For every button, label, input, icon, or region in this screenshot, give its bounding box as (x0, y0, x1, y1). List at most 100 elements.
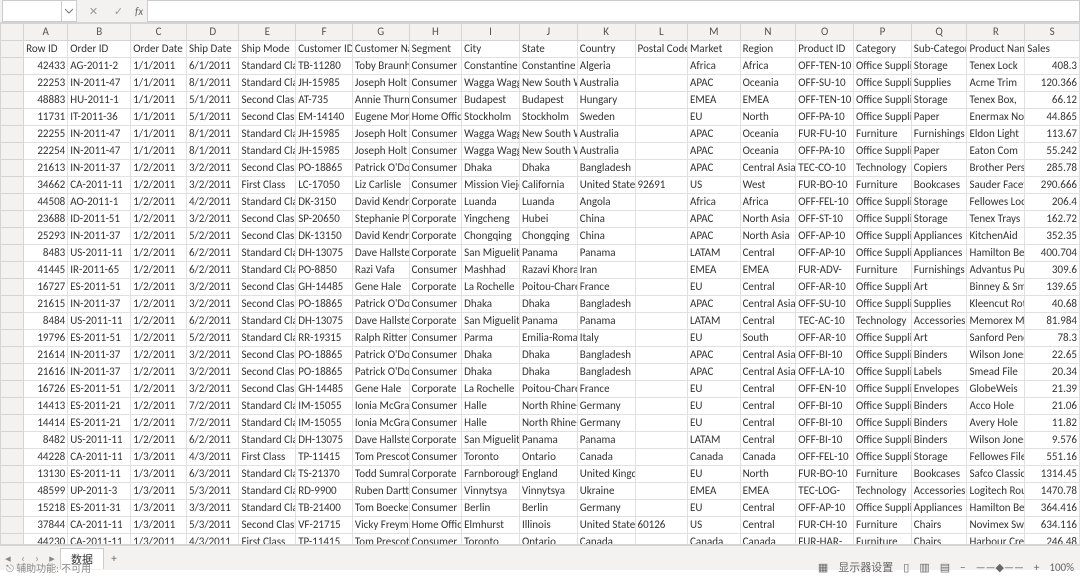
cell[interactable]: 1/2/2011 (131, 398, 187, 415)
cell[interactable]: Tom Boeckenhauer (352, 500, 409, 517)
cell[interactable]: Germany (577, 415, 635, 432)
cell[interactable]: 290.666 (1025, 177, 1080, 194)
cell[interactable]: Corporate (409, 313, 462, 330)
row-header[interactable] (1, 449, 24, 466)
cell[interactable]: Eldon Light (967, 126, 1025, 143)
cell[interactable]: 40.68 (1025, 296, 1080, 313)
cell[interactable]: 5/3/2011 (186, 517, 239, 534)
cell[interactable] (635, 415, 688, 432)
cell[interactable]: IN-2011-37 (68, 228, 131, 245)
cell[interactable]: APAC (688, 160, 741, 177)
cell[interactable]: EMEA (740, 92, 796, 109)
cell[interactable]: Consumer (409, 262, 462, 279)
accept-icon[interactable]: ✓ (114, 5, 123, 18)
cell[interactable]: Razi Vafa (352, 262, 409, 279)
cell[interactable]: Sweden (577, 109, 635, 126)
cell[interactable]: 44230 (24, 534, 68, 546)
cell[interactable]: 1/3/2011 (131, 500, 187, 517)
cell[interactable]: Standard Class (239, 500, 296, 517)
column-header-G[interactable]: G (352, 24, 409, 41)
cell[interactable]: 6/2/2011 (186, 313, 239, 330)
cell[interactable]: GlobeWeis (967, 381, 1025, 398)
cell[interactable]: APAC (688, 211, 741, 228)
cell[interactable]: 4/2/2011 (186, 194, 239, 211)
cell[interactable]: Standard Class (239, 262, 296, 279)
cell[interactable]: Canada (740, 534, 796, 546)
cell[interactable]: Tenex Trays (967, 211, 1025, 228)
column-header-K[interactable]: K (577, 24, 635, 41)
cell[interactable]: LC-17050 (296, 177, 353, 194)
cell[interactable] (635, 347, 688, 364)
cell[interactable]: Australia (577, 75, 635, 92)
cell[interactable]: Canada (688, 449, 741, 466)
cell[interactable]: Office Supplies (854, 75, 912, 92)
cell[interactable]: 78.3 (1025, 330, 1080, 347)
cell[interactable]: First Class (239, 177, 296, 194)
cell[interactable]: IN-2011-37 (68, 296, 131, 313)
cell[interactable]: 55.242 (1025, 143, 1080, 160)
cell[interactable]: 8/1/2011 (186, 143, 239, 160)
cell[interactable]: 16727 (24, 279, 68, 296)
column-header-Q[interactable]: Q (911, 24, 967, 41)
cell[interactable]: Germany (577, 398, 635, 415)
column-header-E[interactable]: E (239, 24, 296, 41)
cell[interactable]: Paper (911, 143, 967, 160)
cell[interactable]: Product ID (796, 41, 854, 58)
formula-input[interactable] (147, 0, 1080, 22)
cell[interactable] (635, 279, 688, 296)
cell[interactable]: IN-2011-37 (68, 364, 131, 381)
cell[interactable]: 1/2/2011 (131, 245, 187, 262)
cell[interactable]: 21614 (24, 347, 68, 364)
cell[interactable]: PO-18865 (296, 364, 353, 381)
column-header-P[interactable]: P (854, 24, 912, 41)
cell[interactable]: Supplies (911, 75, 967, 92)
cell[interactable]: Ship Date (186, 41, 239, 58)
cell[interactable]: 408.3 (1025, 58, 1080, 75)
column-header-M[interactable]: M (688, 24, 741, 41)
cell[interactable]: APAC (688, 347, 741, 364)
cell[interactable]: ID-2011-51 (68, 211, 131, 228)
cell[interactable]: FUR-BO-10 (796, 466, 854, 483)
cell[interactable]: Africa (688, 194, 741, 211)
cell[interactable]: Consumer (409, 58, 462, 75)
column-header-S[interactable]: S (1025, 24, 1080, 41)
cell[interactable]: APAC (688, 364, 741, 381)
cell[interactable]: Poitou-Charentes (519, 381, 577, 398)
cell[interactable] (635, 75, 688, 92)
cell[interactable]: Second Class (239, 92, 296, 109)
row-header[interactable] (1, 262, 24, 279)
cell[interactable]: IM-15055 (296, 415, 353, 432)
cell[interactable]: Eaton Com (967, 143, 1025, 160)
cell[interactable]: Office Supplies (854, 211, 912, 228)
cell[interactable]: Accessories (911, 313, 967, 330)
row-header[interactable] (1, 126, 24, 143)
cell[interactable]: Consumer (409, 296, 462, 313)
cell[interactable] (635, 58, 688, 75)
column-header-A[interactable]: A (24, 24, 68, 41)
cell[interactable]: US-2011-11 (68, 245, 131, 262)
cell[interactable]: 634.116 (1025, 517, 1080, 534)
cell[interactable]: Furnishings (911, 126, 967, 143)
cell[interactable]: Tom Prescott (352, 449, 409, 466)
cell[interactable]: Elmhurst (462, 517, 520, 534)
cell[interactable]: Iran (577, 262, 635, 279)
cell[interactable]: Ionia McGrath (352, 398, 409, 415)
cell[interactable]: 21613 (24, 160, 68, 177)
cell[interactable]: Consumer (409, 75, 462, 92)
cell[interactable]: IN-2011-47 (68, 75, 131, 92)
cell[interactable]: 1/3/2011 (131, 517, 187, 534)
cell[interactable]: Dhaka (462, 160, 520, 177)
cell[interactable]: North Asia (740, 228, 796, 245)
cell[interactable]: Second Class (239, 279, 296, 296)
cell[interactable]: CA-2011-11 (68, 517, 131, 534)
column-header-R[interactable]: R (967, 24, 1025, 41)
cell[interactable]: Consumer (409, 330, 462, 347)
cell[interactable]: Appliances (911, 228, 967, 245)
cell[interactable]: Tom Prescott (352, 534, 409, 546)
cell[interactable]: New South Wales (519, 75, 577, 92)
cell[interactable]: ES-2011-21 (68, 415, 131, 432)
cell[interactable]: Fellowes Lockers (967, 194, 1025, 211)
cell[interactable]: Office Supplies (854, 245, 912, 262)
cell[interactable]: Bangladesh (577, 364, 635, 381)
zoom-level[interactable]: 100% (1049, 561, 1074, 574)
